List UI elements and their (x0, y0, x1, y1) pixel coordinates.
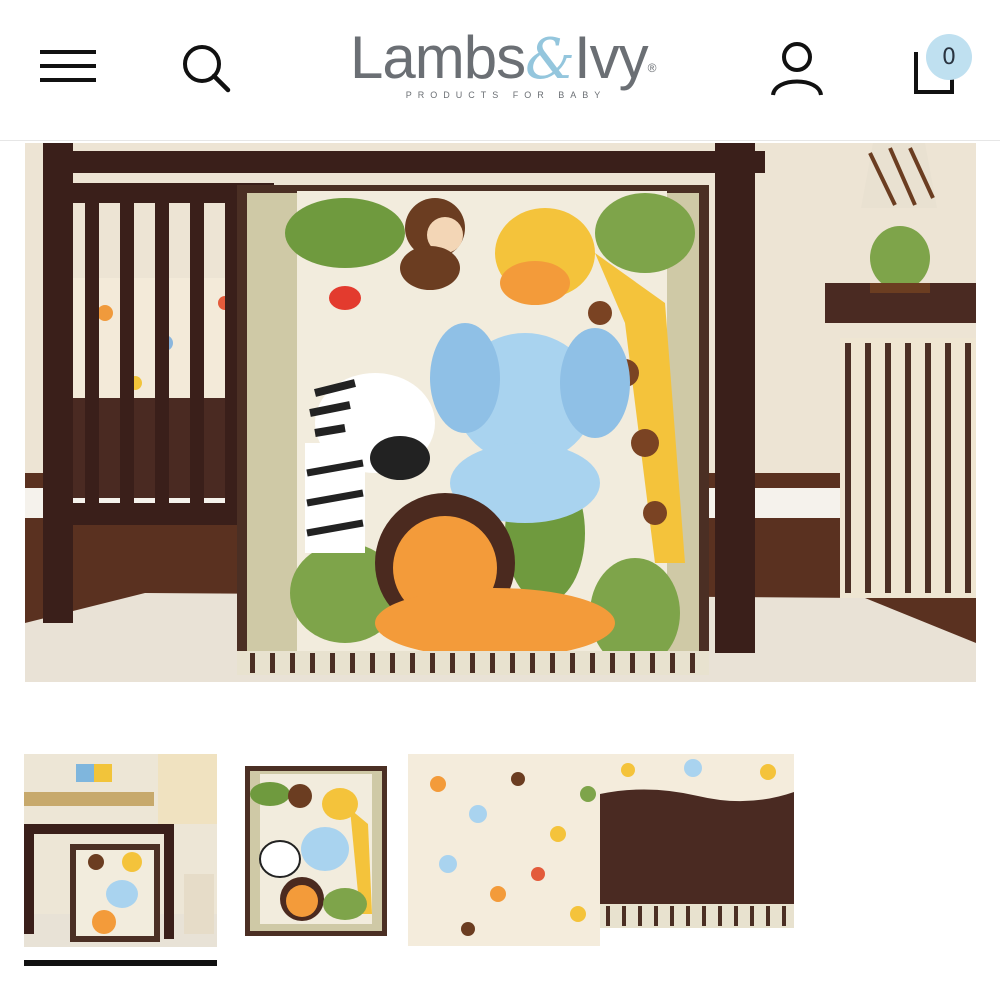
cart-button[interactable]: 0 (906, 34, 976, 100)
site-header: Lambs&Ivy® PRODUCTS FOR BABY 0 (0, 0, 1000, 141)
hamburger-menu-icon (40, 50, 96, 82)
cart-count-badge: 0 (926, 34, 972, 80)
thumbnail-sheet-skirt[interactable] (408, 754, 794, 946)
main-product-image[interactable] (25, 143, 976, 682)
logo-wordmark: Lambs&Ivy® (350, 24, 656, 92)
brand-logo[interactable]: Lambs&Ivy® PRODUCTS FOR BABY (350, 22, 656, 112)
search-icon (183, 45, 231, 93)
quilt-thumbnail-image (245, 766, 387, 936)
thumbnail-strip (24, 754, 794, 954)
menu-button[interactable] (36, 40, 100, 92)
nursery-room-thumbnail-image (24, 754, 217, 947)
user-icon (771, 42, 823, 96)
account-button[interactable] (766, 38, 828, 100)
crib-bedding-illustration (25, 143, 976, 682)
thumbnail-quilt[interactable] (240, 754, 410, 944)
thumbnail-nursery-room[interactable] (24, 754, 217, 947)
sheet-and-skirt-thumbnail-image (408, 754, 794, 946)
search-button[interactable] (176, 40, 236, 96)
active-thumbnail-indicator (24, 960, 217, 966)
